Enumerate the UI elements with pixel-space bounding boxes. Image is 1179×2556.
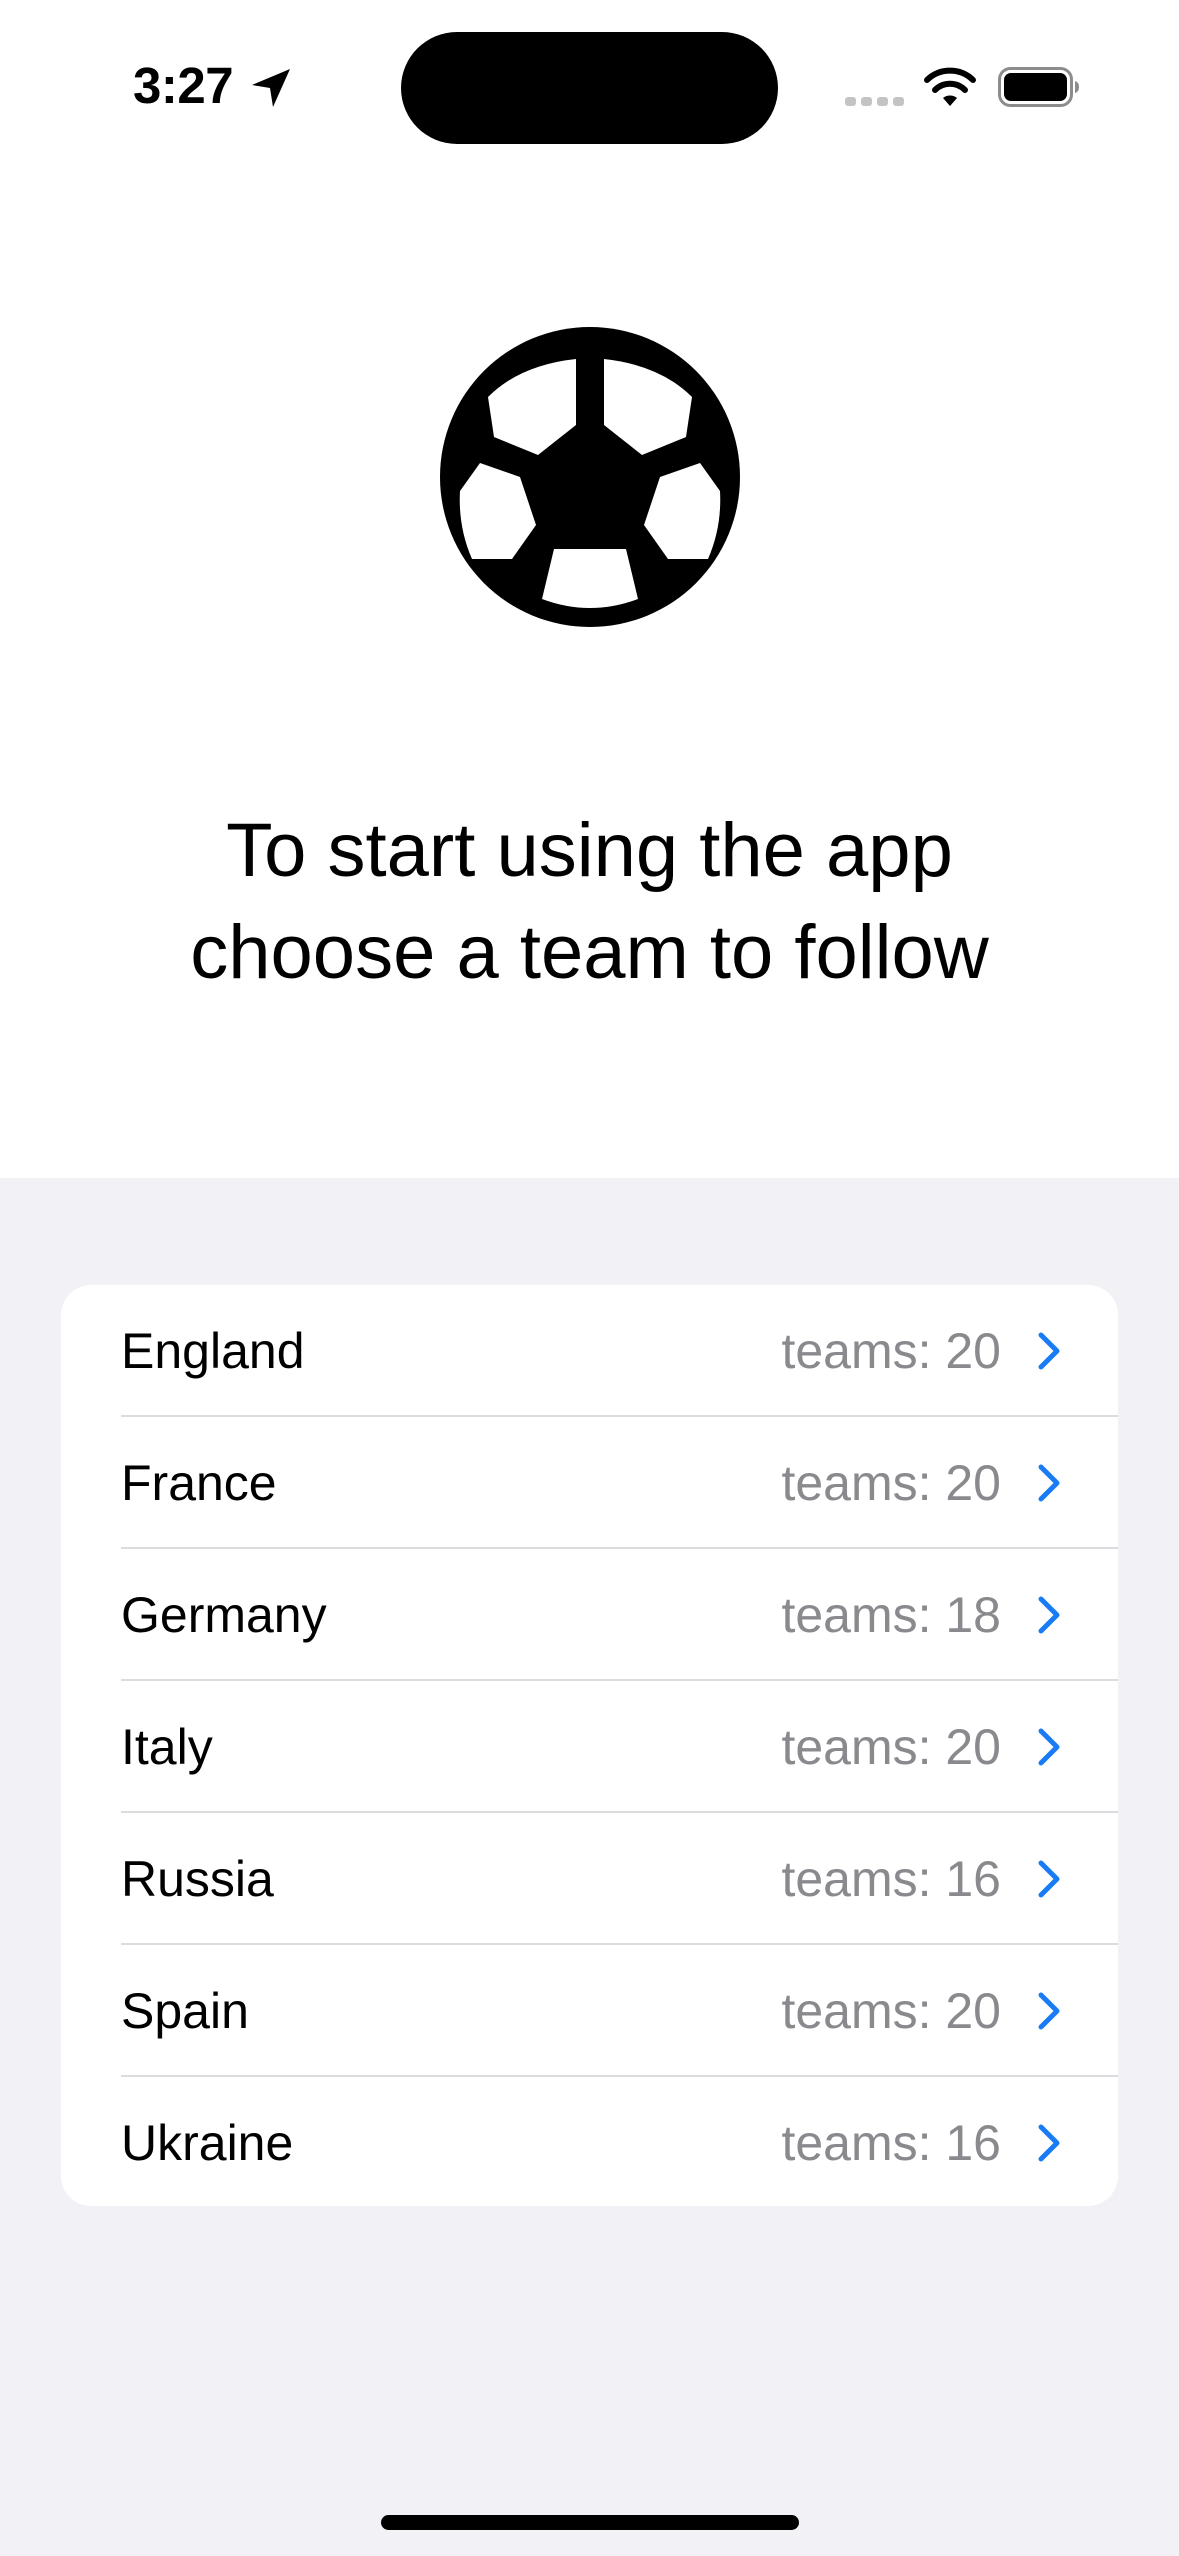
chevron-right-icon <box>1038 1992 1060 2030</box>
chevron-right-icon <box>1038 2124 1060 2162</box>
team-count: teams: 16 <box>781 2115 1001 2171</box>
status-bar: 3:27 <box>0 0 1179 180</box>
team-count: teams: 16 <box>781 1851 1001 1907</box>
list-item-england[interactable]: England teams: 20 <box>61 1285 1118 1417</box>
status-time: 3:27 <box>133 57 234 114</box>
chevron-right-icon <box>1038 1860 1060 1898</box>
dynamic-island <box>401 32 778 144</box>
team-count: teams: 20 <box>781 1719 1001 1775</box>
battery-icon <box>998 67 1079 107</box>
chevron-right-icon <box>1038 1464 1060 1502</box>
league-name: Russia <box>121 1851 274 1907</box>
league-name: Italy <box>121 1719 213 1775</box>
wifi-icon <box>924 67 976 106</box>
cellular-signal-icon <box>845 97 904 106</box>
soccer-ball-icon <box>440 327 740 627</box>
league-name: Spain <box>121 1983 249 2039</box>
league-list: England teams: 20 France teams: 20 Germa… <box>61 1285 1118 2206</box>
list-item-spain[interactable]: Spain teams: 20 <box>61 1945 1118 2077</box>
intro-line-1: To start using the app <box>226 808 953 893</box>
intro-text: To start using the app choose a team to … <box>0 800 1179 1004</box>
league-name: Germany <box>121 1587 327 1643</box>
home-indicator[interactable] <box>381 2515 799 2530</box>
team-count: teams: 18 <box>781 1587 1001 1643</box>
league-name: England <box>121 1323 305 1379</box>
team-count: teams: 20 <box>781 1983 1001 2039</box>
league-name: France <box>121 1455 277 1511</box>
chevron-right-icon <box>1038 1332 1060 1370</box>
location-arrow-icon <box>252 69 290 107</box>
chevron-right-icon <box>1038 1728 1060 1766</box>
league-name: Ukraine <box>121 2115 294 2171</box>
chevron-right-icon <box>1038 1596 1060 1634</box>
list-item-germany[interactable]: Germany teams: 18 <box>61 1549 1118 1681</box>
list-item-france[interactable]: France teams: 20 <box>61 1417 1118 1549</box>
list-item-russia[interactable]: Russia teams: 16 <box>61 1813 1118 1945</box>
intro-line-2: choose a team to follow <box>190 910 989 995</box>
list-item-italy[interactable]: Italy teams: 20 <box>61 1681 1118 1813</box>
list-item-ukraine[interactable]: Ukraine teams: 16 <box>61 2077 1118 2206</box>
team-count: teams: 20 <box>781 1323 1001 1379</box>
team-count: teams: 20 <box>781 1455 1001 1511</box>
